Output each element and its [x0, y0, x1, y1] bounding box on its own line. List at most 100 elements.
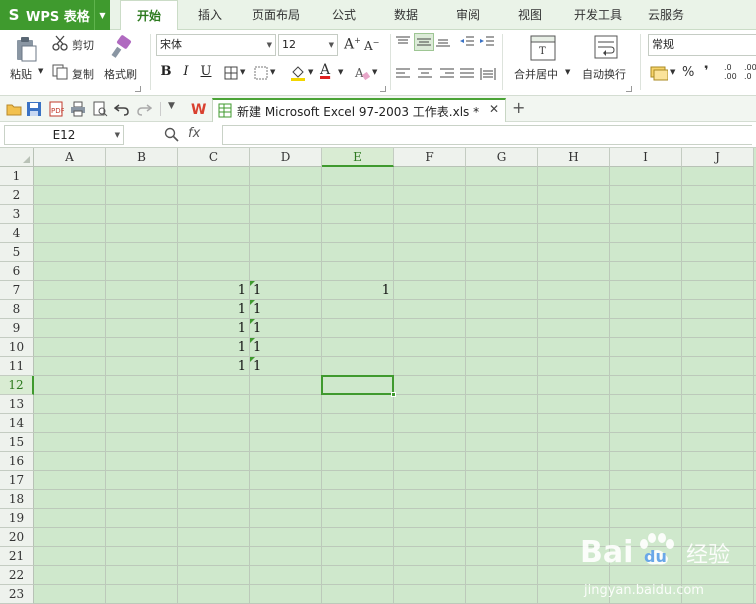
row-header-22[interactable]: 22	[0, 566, 34, 585]
row-header-21[interactable]: 21	[0, 547, 34, 566]
row-header-3[interactable]: 3	[0, 205, 34, 224]
column-header-e[interactable]: E	[322, 148, 394, 167]
undo-icon[interactable]	[114, 101, 130, 117]
row-header-1[interactable]: 1	[0, 167, 34, 186]
column-header-g[interactable]: G	[466, 148, 538, 167]
row-header-11[interactable]: 11	[0, 357, 34, 376]
formula-input[interactable]	[222, 125, 752, 145]
row-header-18[interactable]: 18	[0, 490, 34, 509]
percent-button[interactable]: %	[682, 65, 694, 80]
paste-icon[interactable]	[14, 36, 38, 62]
customize-dropdown-icon[interactable]: ▼	[168, 101, 175, 111]
wps-w-icon[interactable]: W	[190, 101, 206, 117]
bold-icon[interactable]: B	[158, 64, 174, 79]
column-header-a[interactable]: A	[34, 148, 106, 167]
fill-color-dropdown-icon[interactable]: ▼	[308, 68, 313, 76]
borders-dropdown-icon[interactable]: ▼	[240, 68, 245, 76]
cell-style-icon[interactable]	[254, 66, 268, 80]
font-size-select[interactable]: 12 ▼	[278, 34, 338, 56]
fx-icon[interactable]: fx	[188, 126, 200, 141]
cell-c11[interactable]: 1	[178, 357, 249, 376]
save-icon[interactable]	[26, 101, 42, 117]
format-painter-button[interactable]: 格式刷	[104, 66, 137, 82]
clipboard-launcher-icon[interactable]	[135, 86, 141, 92]
row-header-9[interactable]: 9	[0, 319, 34, 338]
cell-e7[interactable]: 1	[322, 281, 393, 300]
tab-page-layout[interactable]: 页面布局	[244, 0, 308, 30]
export-pdf-icon[interactable]: PDF	[48, 101, 64, 117]
row-header-20[interactable]: 20	[0, 528, 34, 547]
cell-c7[interactable]: 1	[178, 281, 249, 300]
cell-c10[interactable]: 1	[178, 338, 249, 357]
font-launcher-icon[interactable]	[380, 86, 386, 92]
row-header-7[interactable]: 7	[0, 281, 34, 300]
zoom-function-icon[interactable]	[164, 127, 180, 143]
row-header-6[interactable]: 6	[0, 262, 34, 281]
cell-d11[interactable]: 1	[250, 357, 321, 376]
document-tab[interactable]: 新建 Microsoft Excel 97-2003 工作表.xls * ✕	[212, 98, 506, 122]
merge-center-icon[interactable]: T	[530, 35, 556, 61]
cell-style-dropdown-icon[interactable]: ▼	[270, 68, 275, 76]
font-name-select[interactable]: 宋体 ▼	[156, 34, 276, 56]
cell-d8[interactable]: 1	[250, 300, 321, 319]
column-header-h[interactable]: H	[538, 148, 610, 167]
row-header-13[interactable]: 13	[0, 395, 34, 414]
cell-d10[interactable]: 1	[250, 338, 321, 357]
increase-font-icon[interactable]: A+	[344, 36, 361, 53]
row-header-12[interactable]: 12	[0, 376, 34, 395]
column-header-b[interactable]: B	[106, 148, 178, 167]
number-format-select[interactable]: 常规	[648, 34, 756, 56]
new-tab-icon[interactable]: +	[512, 98, 525, 117]
app-menu-button[interactable]: S WPS 表格 ▼	[0, 0, 110, 30]
print-preview-icon[interactable]	[92, 101, 108, 117]
increase-indent-icon[interactable]	[480, 36, 494, 48]
align-center-icon[interactable]	[418, 68, 432, 80]
column-header-j[interactable]: J	[682, 148, 754, 167]
italic-icon[interactable]: I	[178, 64, 194, 79]
decrease-indent-icon[interactable]	[460, 36, 474, 48]
paste-button[interactable]: 粘贴	[10, 66, 32, 82]
format-painter-icon[interactable]	[110, 35, 134, 59]
decrease-font-icon[interactable]: A−	[364, 38, 379, 53]
copy-icon[interactable]	[52, 64, 68, 80]
align-top-icon[interactable]	[396, 36, 410, 48]
close-icon[interactable]: ✕	[489, 102, 499, 116]
row-header-19[interactable]: 19	[0, 509, 34, 528]
column-header-f[interactable]: F	[394, 148, 466, 167]
active-cell-selection[interactable]	[321, 375, 394, 395]
wrap-text-icon[interactable]	[594, 35, 618, 59]
cell-c9[interactable]: 1	[178, 319, 249, 338]
select-all-corner[interactable]	[0, 148, 34, 167]
row-header-16[interactable]: 16	[0, 452, 34, 471]
copy-button[interactable]: 复制	[72, 66, 94, 82]
distribute-icon[interactable]	[480, 67, 496, 81]
name-box[interactable]: E12 ▼	[4, 125, 124, 145]
row-header-23[interactable]: 23	[0, 585, 34, 604]
clear-format-icon[interactable]: A	[354, 65, 370, 81]
cell-c8[interactable]: 1	[178, 300, 249, 319]
fill-handle[interactable]	[391, 392, 396, 397]
row-header-14[interactable]: 14	[0, 414, 34, 433]
merge-center-button[interactable]: 合并居中	[514, 66, 558, 82]
row-header-2[interactable]: 2	[0, 186, 34, 205]
row-header-17[interactable]: 17	[0, 471, 34, 490]
wrap-text-button[interactable]: 自动换行	[582, 66, 626, 82]
cell-d7[interactable]: 1	[250, 281, 321, 300]
redo-icon[interactable]	[136, 101, 152, 117]
font-color-dropdown-icon[interactable]: ▼	[338, 68, 343, 76]
tab-insert[interactable]: 插入	[184, 0, 236, 30]
align-left-icon[interactable]	[396, 68, 410, 80]
tab-data[interactable]: 数据	[380, 0, 432, 30]
column-header-d[interactable]: D	[250, 148, 322, 167]
open-folder-icon[interactable]	[6, 101, 22, 117]
row-header-5[interactable]: 5	[0, 243, 34, 262]
decrease-decimal-button[interactable]: .00 .0	[744, 63, 756, 81]
row-header-15[interactable]: 15	[0, 433, 34, 452]
print-icon[interactable]	[70, 101, 86, 117]
underline-icon[interactable]: U	[198, 64, 214, 79]
cut-button[interactable]: 剪切	[72, 37, 94, 53]
row-header-4[interactable]: 4	[0, 224, 34, 243]
tab-review[interactable]: 审阅	[442, 0, 494, 30]
currency-dropdown-icon[interactable]: ▼	[670, 68, 675, 76]
align-bottom-icon[interactable]	[436, 36, 450, 48]
